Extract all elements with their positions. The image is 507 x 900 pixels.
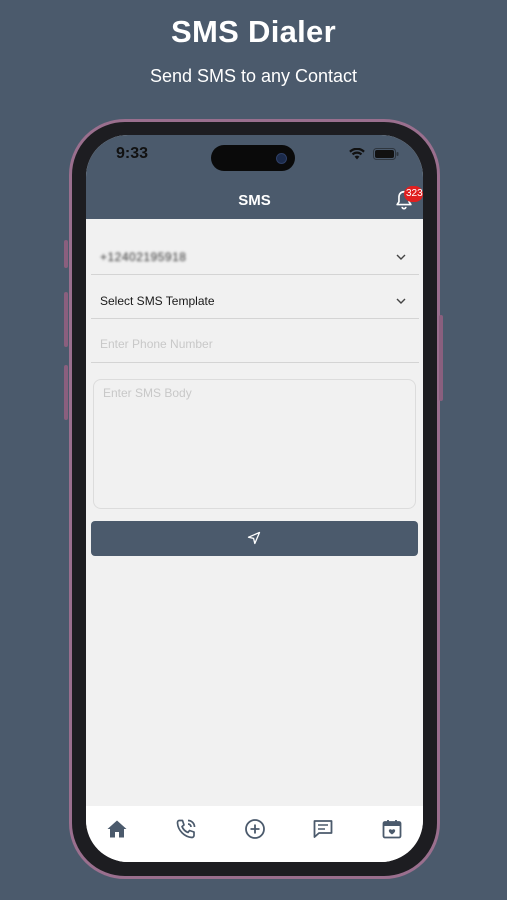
phone-screen: 9:33 SMS 323 +12402195918 Select SMS Tem… bbox=[86, 135, 423, 862]
phone-side-button bbox=[64, 365, 68, 420]
message-icon[interactable] bbox=[311, 817, 335, 841]
sender-number-value: +12402195918 bbox=[100, 250, 187, 264]
promo-title: SMS Dialer bbox=[171, 14, 336, 49]
battery-icon bbox=[373, 148, 399, 160]
page-title: SMS bbox=[238, 192, 271, 209]
sms-body-input[interactable] bbox=[93, 379, 416, 509]
phone-call-icon[interactable] bbox=[174, 817, 198, 841]
notification-badge: 323 bbox=[404, 186, 423, 202]
camera-icon bbox=[276, 153, 287, 164]
app-header: 9:33 SMS 323 bbox=[86, 135, 423, 219]
phone-side-button bbox=[439, 315, 443, 401]
chevron-down-icon bbox=[396, 298, 406, 304]
sender-number-select[interactable]: +12402195918 bbox=[91, 239, 419, 275]
phone-number-input[interactable] bbox=[100, 337, 400, 351]
status-time: 9:33 bbox=[116, 145, 149, 162]
send-button[interactable] bbox=[91, 521, 418, 556]
calendar-icon[interactable] bbox=[380, 817, 404, 841]
dynamic-island bbox=[211, 145, 295, 171]
phone-side-button bbox=[64, 240, 68, 268]
add-circle-icon[interactable] bbox=[243, 817, 267, 841]
sms-template-select[interactable]: Select SMS Template bbox=[91, 283, 419, 319]
sms-template-value: Select SMS Template bbox=[100, 294, 215, 308]
promo-subtitle: Send SMS to any Contact bbox=[149, 66, 358, 86]
wifi-icon bbox=[349, 148, 365, 160]
phone-number-field bbox=[91, 327, 419, 363]
status-icons bbox=[349, 148, 399, 160]
chevron-down-icon bbox=[396, 254, 406, 260]
phone-side-button bbox=[64, 292, 68, 347]
send-icon bbox=[247, 531, 261, 545]
bottom-nav bbox=[86, 806, 423, 862]
home-icon[interactable] bbox=[105, 817, 129, 841]
